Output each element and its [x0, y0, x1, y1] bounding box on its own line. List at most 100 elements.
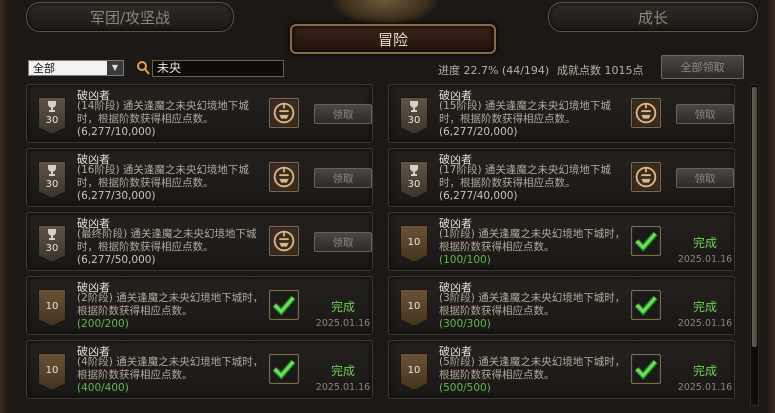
- trophy-icon: [410, 101, 418, 112]
- completed-label: 完成: [692, 300, 717, 314]
- reward-icon-box[interactable]: [269, 290, 299, 320]
- category-select-value: 全部: [33, 62, 55, 75]
- points-badge: 30: [38, 225, 66, 262]
- achievement-description: (5阶段) 通关逢魔之未央幻境地下城时，根据阶数获得相应点数。: [439, 356, 626, 381]
- achievement-description: (16阶段) 通关逢魔之未央幻境地下城时，根据阶数获得相应点数。: [77, 164, 249, 189]
- achievement-description: (17阶段) 通关逢魔之未央幻境地下城时，根据阶数获得相应点数。: [439, 164, 611, 189]
- completed-date: 2025.01.16: [677, 382, 733, 393]
- completed-label: 完成: [692, 236, 717, 250]
- completed-label: 完成: [692, 364, 717, 378]
- background-edge-right: [767, 0, 775, 413]
- achievement-card: 10 破凶者 (3阶段) 通关逢魔之未央幻境地下城时，根据阶数获得相应点数。 (300…: [388, 276, 735, 335]
- completed-date: 2025.01.16: [677, 254, 733, 265]
- tab-adventure[interactable]: 冒险: [290, 24, 496, 54]
- claim-button[interactable]: 领取: [314, 232, 372, 252]
- trophy-icon: [48, 229, 56, 240]
- points-badge: 10: [400, 289, 428, 326]
- achievement-card: 10 破凶者 (5阶段) 通关逢魔之未央幻境地下城时，根据阶数获得相应点数。 (500…: [388, 340, 735, 399]
- tab-growth[interactable]: 成长: [548, 2, 758, 32]
- search-icon[interactable]: [136, 60, 150, 76]
- category-select[interactable]: 全部 ▼: [28, 60, 124, 76]
- trophy-icon: [48, 101, 56, 112]
- reward-emblem-icon: [270, 163, 298, 191]
- achievement-progress: (100/100): [439, 254, 491, 266]
- tab-legion-siege[interactable]: 军团/攻坚战: [26, 2, 234, 32]
- checkmark-icon: [632, 355, 660, 383]
- completed-date: 2025.01.16: [677, 318, 733, 329]
- claim-button[interactable]: 领取: [314, 104, 372, 124]
- achievement-description: (2阶段) 通关逢魔之未央幻境地下城时，根据阶数获得相应点数。: [77, 292, 264, 317]
- completed-label: 完成: [330, 364, 355, 378]
- achievement-card: 10 破凶者 (4阶段) 通关逢魔之未央幻境地下城时，根据阶数获得相应点数。 (400…: [26, 340, 373, 399]
- reward-icon-box[interactable]: [631, 226, 661, 256]
- achievement-list: 30 破凶者 (14阶段) 通关逢魔之未央幻境地下城时，根据阶数获得相应点数。 (6,…: [26, 84, 741, 406]
- points-value: 10: [407, 365, 421, 376]
- completed-date: 2025.01.16: [315, 318, 371, 329]
- points-value: 30: [407, 179, 421, 190]
- checkmark-icon: [270, 291, 298, 319]
- achievement-progress: (500/500): [439, 382, 491, 394]
- points-value: 10: [407, 301, 421, 312]
- points-badge: 10: [38, 353, 66, 390]
- claim-button[interactable]: 领取: [676, 168, 734, 188]
- achievement-description: (1阶段) 通关逢魔之未央幻境地下城时，根据阶数获得相应点数。: [439, 228, 626, 253]
- achievement-card: 30 破凶者 (最终阶段) 通关逢魔之未央幻境地下城时，根据阶数获得相应点数。 (6,…: [26, 212, 373, 271]
- progress-text: 进度 22.7% (44/194): [438, 64, 550, 77]
- achievement-points-text: 成就点数 1015点: [557, 64, 644, 77]
- reward-icon-box[interactable]: [269, 354, 299, 384]
- trophy-icon: [48, 165, 56, 176]
- achievement-progress: (6,277/30,000): [77, 190, 156, 202]
- achievement-progress: (6,277/20,000): [439, 126, 518, 138]
- checkmark-icon: [632, 291, 660, 319]
- points-badge: 30: [400, 97, 428, 134]
- reward-emblem-icon: [270, 227, 298, 255]
- search-input[interactable]: 未央: [152, 60, 284, 77]
- achievement-description: (14阶段) 通关逢魔之未央幻境地下城时，根据阶数获得相应点数。: [77, 100, 249, 125]
- points-value: 10: [45, 301, 59, 312]
- claim-button[interactable]: 领取: [314, 168, 372, 188]
- points-value: 30: [45, 243, 59, 254]
- achievement-card: 30 破凶者 (16阶段) 通关逢魔之未央幻境地下城时，根据阶数获得相应点数。 (6,…: [26, 148, 373, 207]
- scrollbar[interactable]: [750, 84, 759, 406]
- achievement-card: 10 破凶者 (2阶段) 通关逢魔之未央幻境地下城时，根据阶数获得相应点数。 (200…: [26, 276, 373, 335]
- achievement-progress: (6,277/40,000): [439, 190, 518, 202]
- points-badge: 10: [38, 289, 66, 326]
- reward-icon-box[interactable]: [269, 98, 299, 128]
- points-value: 30: [45, 115, 59, 126]
- points-value: 10: [407, 237, 421, 248]
- achievement-card: 30 破凶者 (17阶段) 通关逢魔之未央幻境地下城时，根据阶数获得相应点数。 (6,…: [388, 148, 735, 207]
- achievement-progress: (400/400): [77, 382, 129, 394]
- points-badge: 10: [400, 353, 428, 390]
- trophy-icon: [410, 165, 418, 176]
- completed-date: 2025.01.16: [315, 382, 371, 393]
- completed-label: 完成: [330, 300, 355, 314]
- reward-icon-box[interactable]: [269, 162, 299, 192]
- points-badge: 30: [38, 161, 66, 198]
- reward-emblem-icon: [632, 99, 660, 127]
- reward-icon-box[interactable]: [269, 226, 299, 256]
- checkmark-icon: [632, 227, 660, 255]
- scrollbar-thumb[interactable]: [752, 87, 757, 347]
- achievement-progress: (200/200): [77, 318, 129, 330]
- claim-all-button[interactable]: 全部领取: [661, 55, 744, 79]
- achievement-progress: (6,277/10,000): [77, 126, 156, 138]
- achievement-progress: (300/300): [439, 318, 491, 330]
- header-emblem: [330, 0, 440, 26]
- achievement-description: (15阶段) 通关逢魔之未央幻境地下城时，根据阶数获得相应点数。: [439, 100, 611, 125]
- points-value: 30: [45, 179, 59, 190]
- reward-emblem-icon: [270, 99, 298, 127]
- reward-icon-box[interactable]: [631, 98, 661, 128]
- reward-icon-box[interactable]: [631, 162, 661, 192]
- claim-button[interactable]: 领取: [676, 104, 734, 124]
- reward-icon-box[interactable]: [631, 290, 661, 320]
- achievement-card: 10 破凶者 (1阶段) 通关逢魔之未央幻境地下城时，根据阶数获得相应点数。 (100…: [388, 212, 735, 271]
- achievement-description: (4阶段) 通关逢魔之未央幻境地下城时，根据阶数获得相应点数。: [77, 356, 264, 381]
- points-badge: 30: [38, 97, 66, 134]
- points-badge: 30: [400, 161, 428, 198]
- checkmark-icon: [270, 355, 298, 383]
- chevron-down-icon[interactable]: ▼: [107, 61, 123, 75]
- achievement-card: 30 破凶者 (14阶段) 通关逢魔之未央幻境地下城时，根据阶数获得相应点数。 (6,…: [26, 84, 373, 143]
- points-value: 10: [45, 365, 59, 376]
- points-value: 30: [407, 115, 421, 126]
- reward-icon-box[interactable]: [631, 354, 661, 384]
